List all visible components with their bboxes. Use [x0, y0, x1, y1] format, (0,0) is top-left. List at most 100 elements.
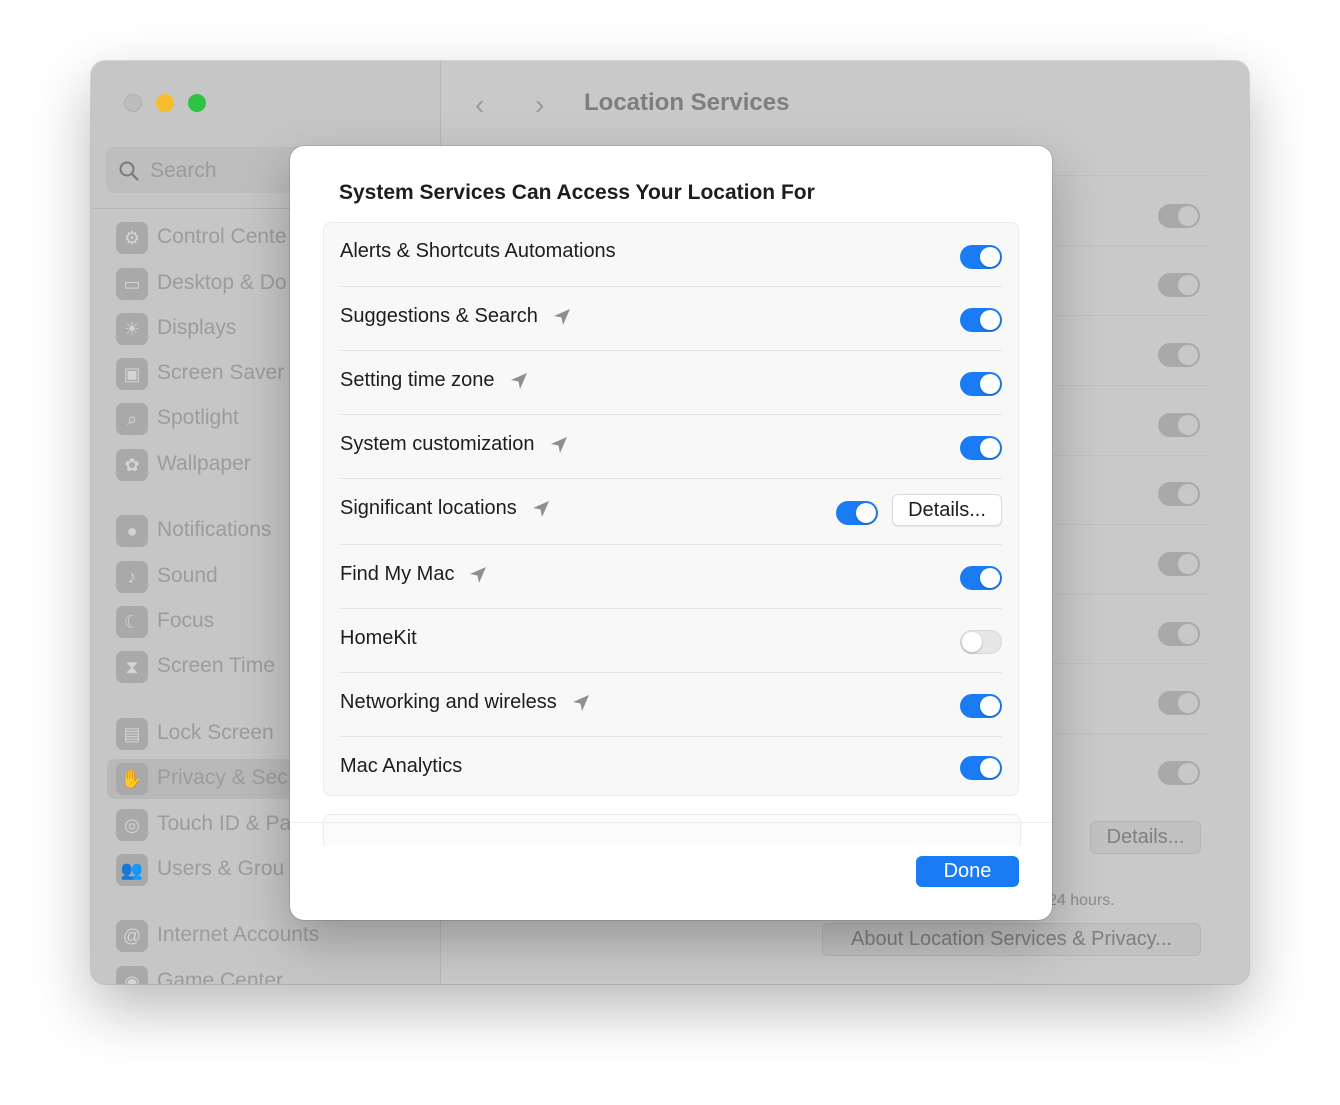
system-services-sheet: System Services Can Access Your Location…	[290, 146, 1052, 920]
service-label: Networking and wireless	[340, 691, 591, 714]
bg-row-divider	[1026, 315, 1209, 316]
sidebar-item-label: Lock Screen	[157, 721, 274, 744]
focus-icon: ☾	[116, 606, 148, 638]
bg-row-divider	[1026, 245, 1209, 246]
sidebar-item[interactable]: @ Internet Accounts	[107, 916, 427, 956]
service-toggle[interactable]	[960, 372, 1002, 396]
users-groups-icon: 👥	[116, 854, 148, 886]
back-button[interactable]: ‹	[475, 89, 484, 121]
privacy-hand-icon: ✋	[116, 763, 148, 795]
sidebar-item-label: Notifications	[157, 518, 272, 541]
service-row: System customization	[340, 414, 1002, 479]
about-location-services-button[interactable]: About Location Services & Privacy...	[822, 923, 1201, 956]
service-label-text: Find My Mac	[340, 563, 455, 585]
service-label-text: Setting time zone	[340, 369, 495, 391]
screen-saver-icon: ▣	[116, 358, 148, 390]
service-row: Suggestions & Search	[340, 286, 1002, 351]
service-label-text: HomeKit	[340, 627, 417, 649]
game-center-icon: ◉	[116, 966, 148, 984]
window-title: Location Services	[584, 89, 790, 116]
bg-row-divider	[1026, 385, 1209, 386]
location-arrow-icon	[470, 566, 487, 583]
sound-icon: ♪	[116, 561, 148, 593]
done-button[interactable]: Done	[916, 856, 1019, 887]
bg-app-toggle[interactable]	[1158, 413, 1200, 437]
service-row: Find My Mac	[340, 544, 1002, 609]
search-placeholder: Search	[150, 159, 217, 182]
bg-app-toggle[interactable]	[1158, 622, 1200, 646]
sidebar-item[interactable]: ◉ Game Center	[107, 962, 427, 984]
sidebar-item-label: Wallpaper	[157, 452, 251, 475]
spotlight-icon: ⌕	[116, 403, 148, 435]
location-arrow-icon	[572, 694, 589, 711]
sidebar-item-label: Focus	[157, 609, 215, 632]
bg-app-toggle[interactable]	[1158, 691, 1200, 715]
screen-time-icon: ⧗	[116, 651, 148, 683]
service-label: Significant locations	[340, 497, 551, 520]
bg-row-divider	[1026, 524, 1209, 525]
service-label-text: Significant locations	[340, 497, 517, 519]
service-toggle[interactable]	[960, 756, 1002, 780]
significant-locations-details-button[interactable]: Details...	[892, 494, 1002, 526]
bg-row-divider	[1026, 594, 1209, 595]
service-toggle[interactable]	[960, 566, 1002, 590]
location-arrow-icon	[550, 436, 567, 453]
minimize-window-button[interactable]	[156, 94, 174, 112]
service-label: System customization	[340, 433, 569, 456]
service-label: Alerts & Shortcuts Automations	[340, 240, 616, 263]
service-toggle[interactable]	[836, 501, 878, 525]
zoom-window-button[interactable]	[188, 94, 206, 112]
sidebar-item-label: Touch ID & Pa	[157, 812, 292, 835]
bg-app-toggle[interactable]	[1158, 343, 1200, 367]
sidebar-item-label: Displays	[157, 316, 237, 339]
service-toggle[interactable]	[960, 436, 1002, 460]
sheet-title: System Services Can Access Your Location…	[339, 181, 815, 204]
service-toggle[interactable]	[960, 308, 1002, 332]
control-center-icon: ⚙	[116, 222, 148, 254]
displays-icon: ☀	[116, 313, 148, 345]
sidebar-item-label: Control Cente	[157, 225, 287, 248]
bg-row-divider	[1026, 733, 1209, 734]
service-row: Significant locations Details...	[340, 478, 1002, 545]
location-arrow-icon	[532, 500, 549, 517]
bg-app-toggle[interactable]	[1158, 761, 1200, 785]
sheet-footer-divider	[290, 822, 1052, 823]
lock-screen-icon: ▤	[116, 718, 148, 750]
service-label: Find My Mac	[340, 563, 488, 586]
wallpaper-icon: ✿	[116, 449, 148, 481]
sidebar-item-label: Sound	[157, 564, 218, 587]
service-row: HomeKit	[340, 608, 1002, 673]
desktop-dock-icon: ▭	[116, 268, 148, 300]
system-services-list: Alerts & Shortcuts Automations Suggestion…	[323, 222, 1019, 796]
close-window-button[interactable]	[124, 94, 142, 112]
bg-row-divider	[1026, 663, 1209, 664]
bg-app-toggle[interactable]	[1158, 204, 1200, 228]
service-label: HomeKit	[340, 627, 417, 650]
bg-app-toggle[interactable]	[1158, 273, 1200, 297]
bg-details-button[interactable]: Details...	[1090, 821, 1201, 854]
service-row: Mac Analytics	[340, 736, 1002, 796]
service-toggle[interactable]	[960, 694, 1002, 718]
service-label-text: System customization	[340, 433, 535, 455]
service-row: Setting time zone	[340, 350, 1002, 415]
service-toggle[interactable]	[960, 630, 1002, 654]
bg-app-toggle[interactable]	[1158, 552, 1200, 576]
sidebar-item-label: Internet Accounts	[157, 923, 320, 946]
bg-note-text: 24 hours.	[1048, 892, 1115, 909]
service-toggle[interactable]	[960, 245, 1002, 269]
service-label-text: Mac Analytics	[340, 755, 463, 777]
sidebar-item-label: Desktop & Do	[157, 271, 287, 294]
service-row: Alerts & Shortcuts Automations	[340, 223, 1002, 287]
forward-button[interactable]: ›	[535, 89, 544, 121]
service-row: Networking and wireless	[340, 672, 1002, 737]
sidebar-item-label: Screen Time	[157, 654, 275, 677]
sidebar-item-label: Users & Grou	[157, 857, 285, 880]
touch-id-icon: ◎	[116, 809, 148, 841]
search-icon	[119, 161, 139, 181]
location-arrow-icon	[553, 308, 570, 325]
bg-app-toggle[interactable]	[1158, 482, 1200, 506]
secondary-list-edge	[323, 814, 1021, 845]
location-arrow-icon	[510, 372, 527, 389]
sidebar-item-label: Game Center	[157, 969, 284, 984]
service-label-text: Networking and wireless	[340, 691, 557, 713]
